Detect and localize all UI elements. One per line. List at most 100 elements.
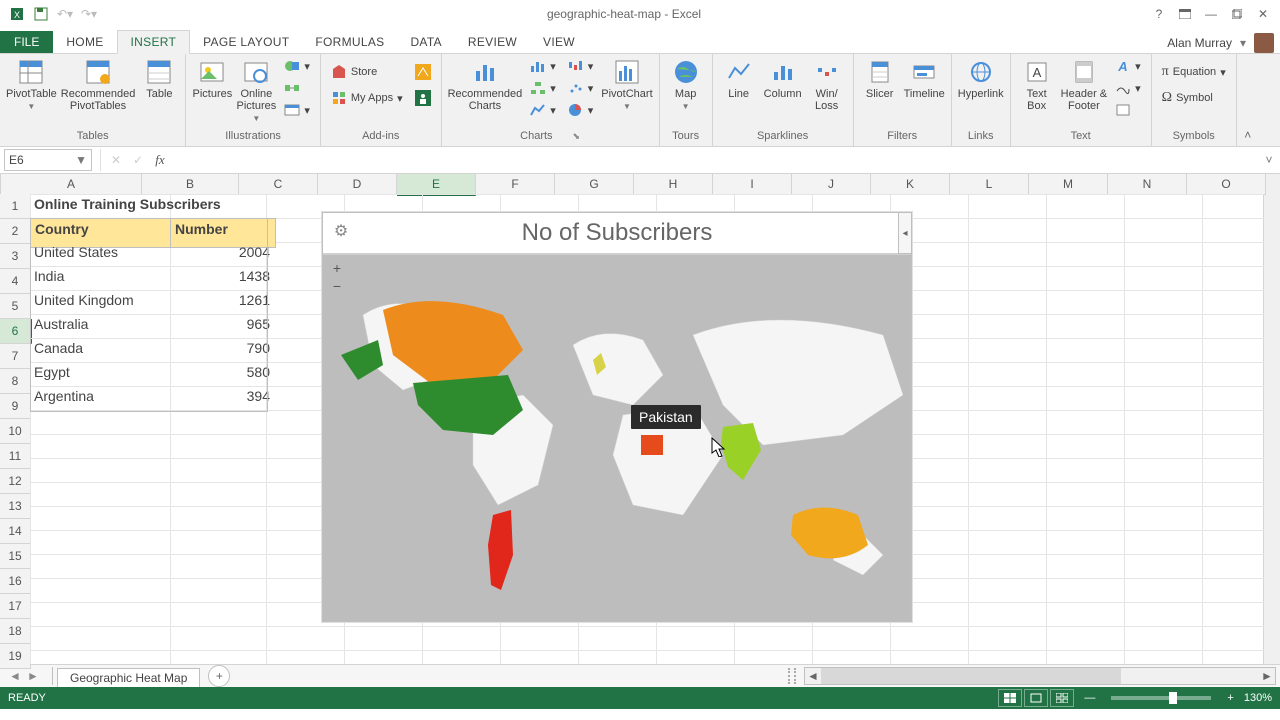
row-header-14[interactable]: 14: [0, 519, 31, 544]
column-chart-button[interactable]: ▾: [526, 56, 560, 76]
shapes-button[interactable]: ▾: [280, 56, 314, 76]
save-button[interactable]: [30, 3, 52, 25]
file-tab[interactable]: FILE: [0, 31, 53, 53]
row-header-18[interactable]: 18: [0, 619, 31, 644]
map-button[interactable]: Map▼: [666, 56, 706, 111]
row-header-1[interactable]: 1: [0, 194, 31, 219]
tab-review[interactable]: REVIEW: [455, 31, 530, 53]
row-header-7[interactable]: 7: [0, 344, 31, 369]
sparkline-column-button[interactable]: Column: [763, 56, 803, 100]
row-header-12[interactable]: 12: [0, 469, 31, 494]
smartart-button[interactable]: [280, 78, 314, 98]
column-header-I[interactable]: I: [713, 174, 792, 194]
recommended-pivottables-button[interactable]: Recommended PivotTables: [61, 56, 136, 112]
zoom-slider[interactable]: [1111, 696, 1211, 700]
close-button[interactable]: ✕: [1252, 4, 1274, 24]
column-header-N[interactable]: N: [1108, 174, 1187, 194]
header-footer-button[interactable]: Header & Footer: [1061, 56, 1107, 112]
tab-home[interactable]: HOME: [53, 31, 116, 53]
map-zoom-in-button[interactable]: +: [329, 261, 345, 277]
formula-input[interactable]: [171, 150, 1258, 170]
column-header-G[interactable]: G: [555, 174, 634, 194]
tab-page-layout[interactable]: PAGE LAYOUT: [190, 31, 302, 53]
row-header-6[interactable]: 6: [0, 319, 32, 344]
row-header-5[interactable]: 5: [0, 294, 31, 319]
geographic-heat-map-addin[interactable]: ⚙No of Subscribers◂+−Pakistan: [322, 212, 912, 622]
row-header-13[interactable]: 13: [0, 494, 31, 519]
vertical-scrollbar[interactable]: [1263, 174, 1280, 664]
screenshot-button[interactable]: ▾: [280, 100, 314, 120]
new-sheet-button[interactable]: +: [208, 665, 230, 687]
normal-view-button[interactable]: [998, 689, 1022, 707]
cell-A9[interactable]: Argentina: [30, 386, 178, 414]
timeline-button[interactable]: Timeline: [904, 56, 945, 100]
table-button[interactable]: Table: [139, 56, 179, 100]
store-button[interactable]: Store: [327, 62, 407, 82]
column-header-M[interactable]: M: [1029, 174, 1108, 194]
country-argentina[interactable]: [488, 510, 513, 590]
tab-splitter[interactable]: [788, 668, 796, 684]
spreadsheet-grid[interactable]: ABCDEFGHIJKLMNO 123456789101112131415161…: [0, 174, 1280, 664]
scatter-chart-button[interactable]: ▾: [564, 78, 598, 98]
column-header-J[interactable]: J: [792, 174, 871, 194]
hierarchy-chart-button[interactable]: ▾: [526, 78, 560, 98]
pivottable-button[interactable]: PivotTable▼: [6, 56, 57, 111]
zoom-out-button[interactable]: —: [1084, 692, 1095, 704]
row-header-16[interactable]: 16: [0, 569, 31, 594]
signature-button[interactable]: ▾: [1111, 78, 1145, 98]
pie-chart-button[interactable]: ▾: [564, 100, 598, 120]
wordart-button[interactable]: A▾: [1111, 56, 1145, 76]
redo-button[interactable]: ↷▾: [78, 3, 100, 25]
zoom-level[interactable]: 130%: [1244, 692, 1272, 704]
people-graph-button[interactable]: [411, 88, 435, 108]
name-box[interactable]: E6▼: [4, 149, 92, 171]
column-header-A[interactable]: A: [1, 174, 142, 194]
tab-view[interactable]: VIEW: [530, 31, 588, 53]
pictures-button[interactable]: Pictures: [192, 56, 232, 100]
sparkline-winloss-button[interactable]: Win/ Loss: [807, 56, 847, 112]
column-header-D[interactable]: D: [318, 174, 397, 194]
column-header-O[interactable]: O: [1187, 174, 1266, 194]
row-header-10[interactable]: 10: [0, 419, 31, 444]
pivotchart-button[interactable]: PivotChart▼: [601, 56, 652, 111]
avatar[interactable]: [1254, 33, 1274, 53]
sheet-tab-active[interactable]: Geographic Heat Map: [57, 668, 200, 687]
map-side-toggle[interactable]: ◂: [898, 212, 912, 254]
ribbon-display-icon[interactable]: [1174, 4, 1196, 24]
row-header-4[interactable]: 4: [0, 269, 31, 294]
column-header-L[interactable]: L: [950, 174, 1029, 194]
country-australia[interactable]: [791, 508, 868, 559]
account-name[interactable]: Alan Murray: [1167, 36, 1232, 50]
slicer-button[interactable]: Slicer: [860, 56, 900, 100]
cancel-formula-button[interactable]: ✕: [105, 150, 127, 170]
help-button[interactable]: ?: [1148, 4, 1170, 24]
map-settings-button[interactable]: ⚙: [331, 221, 351, 241]
column-header-H[interactable]: H: [634, 174, 713, 194]
row-header-15[interactable]: 15: [0, 544, 31, 569]
tab-insert[interactable]: INSERT: [117, 30, 191, 54]
horizontal-scrollbar[interactable]: ◄►: [804, 667, 1276, 685]
page-layout-view-button[interactable]: [1024, 689, 1048, 707]
waterfall-chart-button[interactable]: ▾: [564, 56, 598, 76]
textbox-button[interactable]: AText Box: [1017, 56, 1057, 112]
collapse-ribbon-button[interactable]: ˄: [1237, 54, 1259, 146]
map-zoom-out-button[interactable]: −: [329, 279, 345, 295]
restore-button[interactable]: [1226, 4, 1248, 24]
column-header-C[interactable]: C: [239, 174, 318, 194]
enter-formula-button[interactable]: ✓: [127, 150, 149, 170]
object-button[interactable]: [1111, 100, 1145, 120]
my-apps-button[interactable]: My Apps ▾: [327, 88, 407, 108]
column-header-E[interactable]: E: [397, 174, 476, 196]
world-map[interactable]: [323, 255, 911, 621]
insert-function-button[interactable]: fx: [149, 150, 171, 170]
row-header-2[interactable]: 2: [0, 219, 31, 244]
column-header-F[interactable]: F: [476, 174, 555, 194]
row-header-11[interactable]: 11: [0, 444, 31, 469]
zoom-in-button[interactable]: +: [1227, 692, 1233, 704]
bing-maps-button[interactable]: [411, 62, 435, 82]
country-usa-alaska[interactable]: [341, 340, 383, 380]
column-header-B[interactable]: B: [142, 174, 239, 194]
sparkline-line-button[interactable]: Line: [719, 56, 759, 100]
online-pictures-button[interactable]: Online Pictures▼: [236, 56, 276, 123]
row-header-9[interactable]: 9: [0, 394, 31, 419]
